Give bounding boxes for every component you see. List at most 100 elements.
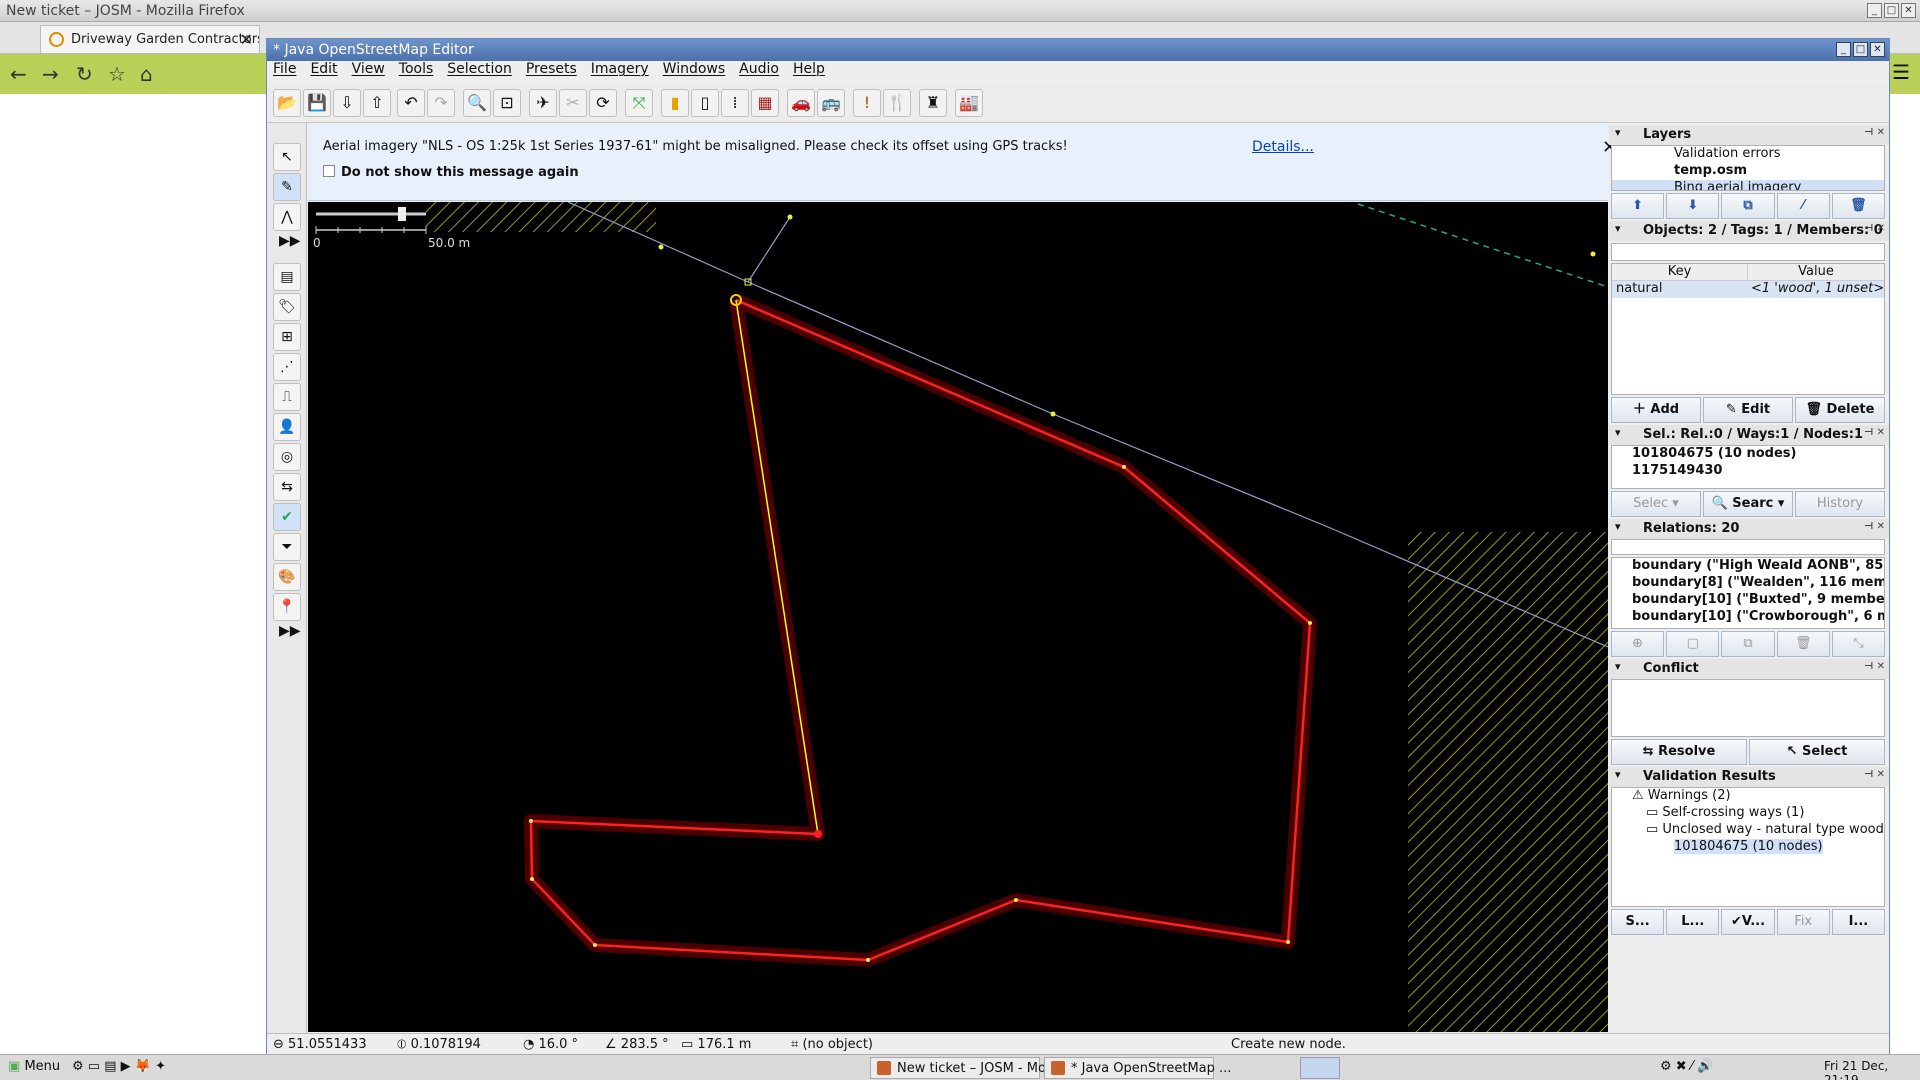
selection-toggle-icon[interactable]: ⊞ [273, 323, 301, 351]
tags-panel-header[interactable]: Objects: 2 / Tags: 1 / Members: 0⊣ ✕ [1609, 221, 1889, 241]
edit-relation-icon[interactable]: ▢ [1666, 631, 1720, 657]
node[interactable] [530, 877, 534, 881]
task-josm[interactable]: * Java OpenStreetMap ... [1044, 1057, 1231, 1079]
map-paint-toggle-icon[interactable]: ◎ [273, 443, 301, 471]
menu-audio[interactable]: Audio [739, 61, 779, 81]
panel-options-icon[interactable]: ⊣ ✕ [1864, 223, 1885, 234]
traffic-light-preset-icon[interactable]: ⁞ [721, 89, 749, 117]
palette-icon[interactable]: 🎨 [273, 563, 301, 591]
history-button[interactable]: History [1795, 491, 1885, 517]
value-column-header[interactable]: Value [1747, 264, 1884, 280]
menu-selection[interactable]: Selection [447, 61, 512, 81]
layer-temp-osm[interactable]: temp.osm [1612, 163, 1884, 180]
tree-node-way-101804675[interactable]: 101804675 (10 nodes) [1612, 839, 1884, 856]
bookmark-icon[interactable]: ☆ [108, 62, 126, 86]
validation-panel-header[interactable]: Validation Results⊣ ✕ [1609, 767, 1889, 787]
layers-panel-header[interactable]: Layers⊣ ✕ [1609, 125, 1889, 145]
do-not-show-checkbox[interactable]: Do not show this message again [323, 165, 579, 180]
relation-filter-input[interactable] [1611, 539, 1885, 555]
node[interactable] [787, 214, 793, 220]
fix-button[interactable]: Fix [1776, 909, 1830, 935]
move-down-icon[interactable]: ⬇ [1666, 193, 1720, 219]
conflict-toggle-icon[interactable]: ⇆ [273, 473, 301, 501]
redo-icon[interactable]: ↷ [427, 89, 455, 117]
upload-icon[interactable]: ⇧ [363, 89, 391, 117]
menu-file[interactable]: File [273, 61, 296, 81]
paste-tags-icon[interactable]: ✂ [559, 89, 587, 117]
layer-validation-errors[interactable]: Validation errors [1612, 146, 1884, 163]
bus-preset-icon[interactable]: 🚌 [817, 89, 845, 117]
panel-options-icon[interactable]: ⊣ ✕ [1864, 127, 1885, 138]
panel-options-icon[interactable]: ⊣ ✕ [1864, 661, 1885, 672]
maximize-icon[interactable]: □ [1884, 3, 1899, 18]
zoom-to-selection-icon[interactable]: ⊡ [493, 89, 521, 117]
road-preset-icon[interactable]: ▯ [691, 89, 719, 117]
details-link[interactable]: Details... [1252, 139, 1314, 155]
validation-toggle-icon[interactable]: ✔ [273, 503, 301, 531]
validation-lookup-button[interactable]: L... [1666, 909, 1720, 935]
relations-toggle-icon[interactable]: ⋰ [273, 353, 301, 381]
node[interactable] [658, 244, 664, 250]
map-view[interactable]: 0 50.0 m [308, 202, 1608, 1032]
reload-icon[interactable]: ↻ [76, 62, 93, 86]
add-tag-button[interactable]: ＋ Add [1611, 397, 1701, 423]
node[interactable] [814, 830, 822, 838]
list-item[interactable]: boundary[10] ("Buxted", 9 membe [1612, 592, 1884, 609]
industrial-preset-icon[interactable]: 🏭 [955, 89, 983, 117]
panel-options-icon[interactable]: ⊣ ✕ [1864, 769, 1885, 780]
move-up-icon[interactable]: ⬆ [1611, 193, 1665, 219]
node[interactable] [1286, 940, 1290, 944]
back-icon[interactable]: ← [10, 62, 27, 86]
home-icon[interactable]: ⌂ [140, 62, 153, 86]
new-relation-icon[interactable]: ⊕ [1611, 631, 1665, 657]
conflict-panel-header[interactable]: Conflict⊣ ✕ [1609, 659, 1889, 679]
ignore-button[interactable]: I... [1831, 909, 1886, 935]
tab-driveway-garden[interactable]: Driveway Garden Contractors ✕ [40, 25, 260, 53]
table-row[interactable]: natural <1 'wood', 1 unset> [1612, 281, 1884, 298]
conflict-select-button[interactable]: ↖ Select [1749, 739, 1885, 765]
list-item[interactable]: boundary[8] ("Wealden", 116 mem [1612, 575, 1884, 592]
list-item[interactable]: boundary[10] ("Crowborough", 6 m [1612, 609, 1884, 626]
select-dropdown-button[interactable]: Selec ▾ [1611, 491, 1701, 517]
car-preset-icon[interactable]: 🚗 [787, 89, 815, 117]
filter-toggle-icon[interactable]: ⎍ [273, 383, 301, 411]
menu-tools[interactable]: Tools [399, 61, 434, 81]
selection-panel-header[interactable]: Sel.: Rel.:0 / Ways:1 / Nodes:1⊣ ✕ [1609, 425, 1889, 445]
minimize-icon[interactable]: _ [1867, 3, 1882, 18]
validation-select-button[interactable]: S... [1611, 909, 1665, 935]
menu-presets[interactable]: Presets [526, 61, 577, 81]
menu-view[interactable]: View [352, 61, 385, 81]
draw-mode-icon[interactable]: ✎ [273, 173, 301, 201]
node[interactable] [866, 958, 870, 962]
josm-minimize-icon[interactable]: _ [1836, 42, 1851, 57]
menu-help[interactable]: Help [793, 61, 825, 81]
highway-preset-icon[interactable]: ▮ [661, 89, 689, 117]
building-preset-icon[interactable]: ▦ [751, 89, 779, 117]
expand-tools-icon[interactable]: ▶▶ [279, 233, 301, 249]
panel-options-icon[interactable]: ⊣ ✕ [1864, 521, 1885, 532]
resolve-button[interactable]: ⇆ Resolve [1611, 739, 1747, 765]
update-data-icon[interactable]: ⟳ [589, 89, 617, 117]
selection-item-way[interactable]: 101804675 (10 nodes) [1612, 446, 1884, 463]
firefox-window-controls[interactable]: _ □ ✕ [1867, 3, 1916, 18]
node[interactable] [529, 819, 533, 823]
warning-preset-icon[interactable]: ! [853, 89, 881, 117]
close-tab-icon[interactable]: ✕ [240, 30, 253, 49]
delete-tag-button[interactable]: 🗑 Delete [1795, 397, 1885, 423]
improve-way-icon[interactable]: ⋀ [273, 203, 301, 231]
selected-way-wood[interactable] [529, 298, 1312, 962]
menu-imagery[interactable]: Imagery [591, 61, 649, 81]
menu-edit[interactable]: Edit [310, 61, 337, 81]
node[interactable] [1050, 411, 1056, 417]
select-members-icon[interactable]: ⤡ [1831, 631, 1886, 657]
select-mode-icon[interactable]: ↖ [273, 143, 301, 171]
delete-relation-icon[interactable]: 🗑 [1776, 631, 1830, 657]
map-canvas[interactable]: 0 50.0 m [308, 202, 1608, 1032]
zoom-icon[interactable]: 🔍 [463, 89, 491, 117]
josm-maximize-icon[interactable]: □ [1853, 42, 1868, 57]
validate-button[interactable]: ✔V... [1721, 909, 1775, 935]
node[interactable] [1014, 898, 1018, 902]
panel-options-icon[interactable]: ⊣ ✕ [1864, 427, 1885, 438]
checkbox-icon[interactable] [323, 165, 335, 177]
key-column-header[interactable]: Key [1612, 264, 1747, 280]
